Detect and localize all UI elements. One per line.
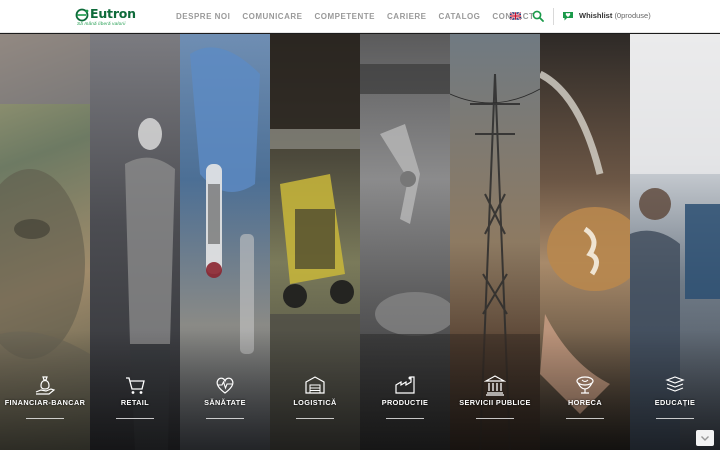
shopping-cart-icon <box>126 377 145 394</box>
nav-catalog[interactable]: CATALOG <box>439 12 481 21</box>
nav-comunicare[interactable]: COMUNICARE <box>242 12 302 21</box>
header-divider <box>553 8 554 25</box>
books-stack-icon <box>665 376 685 392</box>
public-building-icon <box>484 375 506 396</box>
main-nav: DESPRE NOI COMUNICARE COMPETENTE CARIERE… <box>176 0 546 33</box>
sector-panel-financiar-bancar[interactable]: FINANCIAR-BANCAR <box>0 34 90 450</box>
sector-underline <box>116 418 154 419</box>
sector-panel-horeca[interactable]: HORECA <box>540 34 630 450</box>
warehouse-icon <box>305 376 325 394</box>
heart-pulse-icon <box>216 377 234 394</box>
logo-text: Eutron <box>90 6 136 21</box>
sector-underline <box>26 418 64 419</box>
coffee-cup-icon <box>576 376 594 394</box>
sector-panel-productie[interactable]: PRODUCTIE <box>360 34 450 450</box>
sector-label: RETAIL <box>120 398 150 407</box>
sector-label: EDUCAȚIE <box>654 398 696 407</box>
money-bag-hand-icon <box>35 376 56 395</box>
logo-tagline: Să mână liberă valorii <box>77 21 126 26</box>
uk-flag-icon[interactable] <box>510 12 521 20</box>
nav-cariere[interactable]: CARIERE <box>387 12 427 21</box>
sector-label: SERVICII PUBLICE <box>459 398 531 407</box>
sector-underline <box>656 418 694 419</box>
sector-panel-sanatate[interactable]: SĂNĂTATE <box>180 34 270 450</box>
sector-label: PRODUCTIE <box>381 398 429 407</box>
sector-panel-logistica[interactable]: LOGISTICĂ <box>270 34 360 450</box>
sector-panel-servicii-publice[interactable]: SERVICII PUBLICE <box>450 34 540 450</box>
sector-underline <box>476 418 514 419</box>
wishlist-link[interactable]: Whishlist (0produse) <box>579 11 651 20</box>
sector-panel-retail[interactable]: RETAIL <box>90 34 180 450</box>
logo-mark-icon <box>75 8 89 22</box>
factory-icon <box>395 376 415 394</box>
nav-despre-noi[interactable]: DESPRE NOI <box>176 12 230 21</box>
sector-underline <box>566 418 604 419</box>
scroll-down-button[interactable] <box>696 430 714 446</box>
sector-panels: FINANCIAR-BANCAR RETAIL SĂNĂTATE LOGISTI… <box>0 34 720 450</box>
search-icon[interactable] <box>532 10 544 22</box>
heart-chat-icon[interactable] <box>562 10 574 22</box>
eutron-logo[interactable]: Eutron Să mână liberă valorii <box>75 6 147 27</box>
wishlist-count: (0produse) <box>614 11 651 20</box>
site-header: Eutron Să mână liberă valorii DESPRE NOI… <box>0 0 720 33</box>
sector-label: HORECA <box>567 398 603 407</box>
sector-label: FINANCIAR-BANCAR <box>4 398 86 407</box>
sector-underline <box>206 418 244 419</box>
wishlist-label: Whishlist <box>579 11 613 20</box>
chevron-down-icon <box>701 436 709 441</box>
sector-label: LOGISTICĂ <box>293 398 337 407</box>
sector-label: SĂNĂTATE <box>204 398 246 407</box>
sector-underline <box>386 418 424 419</box>
sector-panel-educatie[interactable]: EDUCAȚIE <box>630 34 720 450</box>
sector-underline <box>296 418 334 419</box>
nav-competente[interactable]: COMPETENTE <box>314 12 375 21</box>
